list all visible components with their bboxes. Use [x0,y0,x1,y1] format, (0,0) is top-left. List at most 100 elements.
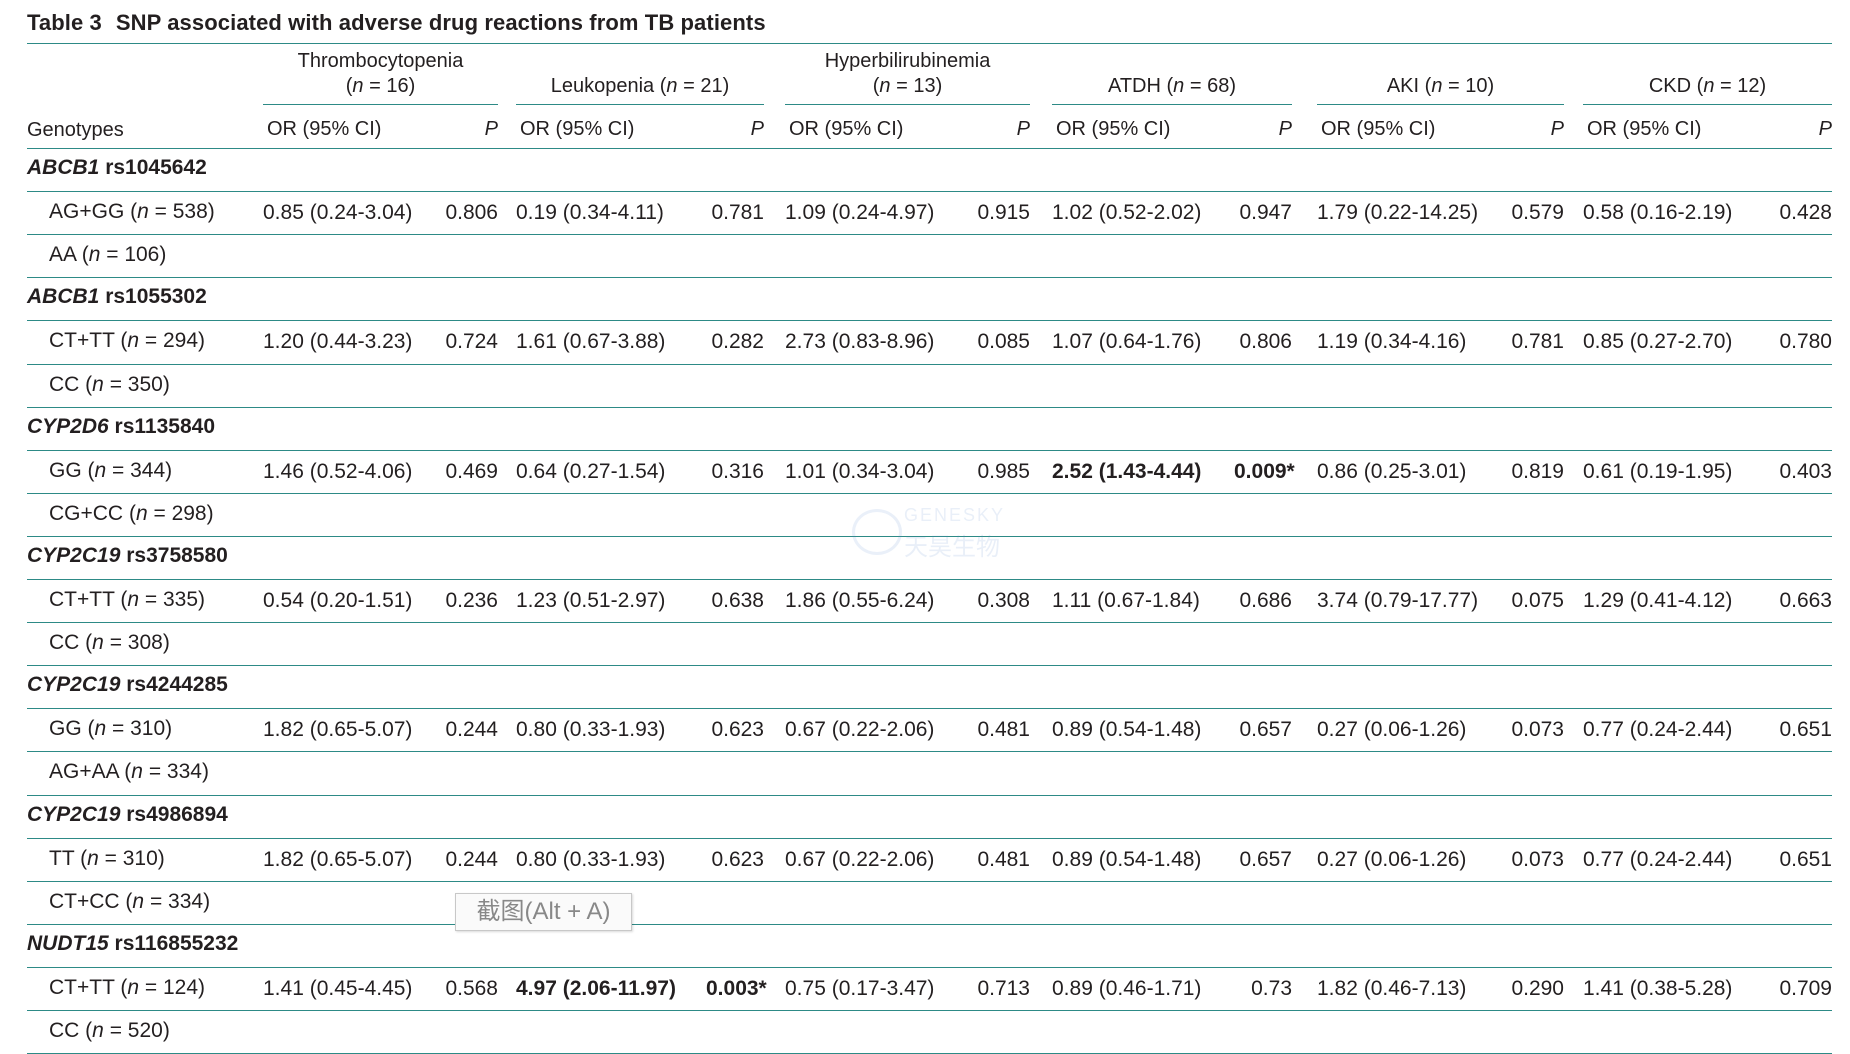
subheader-p: P [1550,118,1564,140]
or-ci-cell: 0.54 (0.20-1.51) [263,589,413,612]
p-value-cell: 0.651 [1779,718,1832,742]
or-ci-cell: 0.67 (0.22-2.06) [785,718,935,742]
column-header-name: Hyperbilirubinemia [824,50,991,72]
genotype-n: 344 [130,458,166,482]
subheader-or: OR (95% CI) [1587,118,1702,140]
column-header-0: Thrombocytopenia (n = 16) [297,50,464,97]
genotype-label: CC [49,1019,80,1042]
genotype-n: 520 [127,1019,163,1042]
column-header-n: 12 [1737,75,1760,97]
column-header-rule-4 [1317,104,1564,105]
p-value-cell: 0.073 [1511,718,1564,742]
p-value-cell: 0.290 [1511,976,1564,1000]
genotype-cell: CC (n = 520) [49,1019,170,1042]
column-header-2: Hyperbilirubinemia (n = 13) [824,50,991,97]
p-value-cell: 0.308 [977,589,1030,612]
column-header-n: 68 [1207,75,1230,97]
genotype-label: CC [49,631,80,655]
genotype-label: AG+GG [49,200,125,224]
p-value-cell: 0.623 [711,847,764,871]
p-value-cell: 0.244 [445,718,498,742]
p-value-cell: 0.623 [711,718,764,742]
column-header-name: ATDH [1107,75,1161,97]
p-value-cell: 0.003* [706,976,767,1000]
row-rule [27,880,1832,882]
column-header-name: Thrombocytopenia [297,50,464,72]
p-value-cell: 0.638 [711,589,764,612]
or-ci-cell: 1.41 (0.45-4.45) [263,976,413,1000]
genotype-cell: TT (n = 310) [49,846,165,870]
row-rule [27,966,1832,968]
or-ci-cell: 0.89 (0.54-1.48) [1052,718,1202,742]
genotype-n: 335 [163,588,199,611]
row-rule [27,794,1832,796]
p-value-cell: 0.009* [1234,459,1295,483]
watermark: GENESKY 天昊生物 [852,505,1012,561]
gene-name: ABCB1 [27,285,100,309]
column-header-1: Leukopenia (n = 21) [550,75,730,97]
or-ci-cell: 1.82 (0.65-5.07) [263,718,413,742]
or-ci-cell: 1.61 (0.67-3.88) [516,330,666,354]
p-value-cell: 0.663 [1779,589,1832,612]
gene-name: CYP2C19 [27,802,121,826]
or-ci-cell: 0.85 (0.24-3.04) [263,201,413,225]
or-ci-cell: 1.79 (0.22-14.25) [1317,201,1479,225]
p-value-cell: 0.244 [445,847,498,871]
subheader-genotypes: Genotypes [27,119,124,141]
subheader-or: OR (95% CI) [1056,118,1171,140]
gene-header: CYP2C19 rs3758580 [27,544,228,568]
or-ci-cell: 1.82 (0.46-7.13) [1317,976,1467,1000]
row-rule [27,751,1832,753]
or-ci-cell: 0.86 (0.25-3.01) [1317,459,1467,483]
gene-name: CYP2C19 [27,543,121,567]
column-header-name: CKD [1648,75,1692,97]
or-ci-cell: 0.19 (0.34-4.11) [516,201,664,225]
header-top-rule [27,43,1832,44]
or-ci-cell: 1.86 (0.55-6.24) [785,589,935,612]
row-rule [27,708,1832,710]
or-ci-cell: 1.02 (0.52-2.02) [1052,201,1202,225]
or-ci-cell: 4.97 (2.06-11.97) [516,976,676,1000]
or-ci-cell: 1.20 (0.44-3.23) [263,330,413,354]
genotype-label: GG [49,458,82,482]
table-title: SNP associated with adverse drug reactio… [115,10,766,35]
genotype-label: AA [49,243,76,267]
genotype-label: GG [49,717,82,741]
gene-header: CYP2C19 rs4244285 [27,673,228,697]
p-value-cell: 0.403 [1779,459,1832,483]
p-value-cell: 0.481 [977,718,1030,742]
column-header-5: CKD (n = 12) [1648,75,1767,97]
genotype-label: TT [49,846,75,870]
watermark-logo-icon [852,509,902,555]
row-rule [27,665,1832,667]
p-value-cell: 0.781 [711,201,764,225]
genotype-n: 298 [171,501,207,525]
row-rule [27,234,1832,236]
gene-name: CYP2D6 [27,414,109,438]
subheader-p: P [484,118,498,140]
column-header-3: ATDH (n = 68) [1107,75,1237,97]
row-rule [27,492,1832,494]
snp-id: rs1045642 [105,156,207,179]
snp-id: rs3758580 [126,543,228,567]
p-value-cell: 0.075 [1511,589,1564,612]
p-value-cell: 0.985 [977,459,1030,483]
header-bottom-rule [27,148,1832,149]
column-header-rule-2 [785,104,1030,105]
watermark-text-en: GENESKY [904,505,1006,525]
p-value-cell: 0.316 [711,459,764,483]
or-ci-cell: 1.82 (0.65-5.07) [263,847,413,871]
row-rule [27,406,1832,408]
or-ci-cell: 1.01 (0.34-3.04) [785,459,935,483]
table-number: Table 3 [27,10,102,35]
row-rule [27,579,1832,580]
gene-header: CYP2D6 rs1135840 [27,415,215,439]
p-value-cell: 0.282 [711,330,764,354]
row-rule [27,191,1832,193]
genotype-cell: AA (n = 106) [49,243,167,267]
or-ci-cell: 0.80 (0.33-1.93) [516,718,666,742]
p-value-cell: 0.709 [1779,976,1832,1000]
snp-id: rs116855232 [114,931,239,955]
or-ci-cell: 1.07 (0.64-1.76) [1052,330,1202,354]
or-ci-cell: 1.41 (0.38-5.28) [1583,976,1733,1000]
